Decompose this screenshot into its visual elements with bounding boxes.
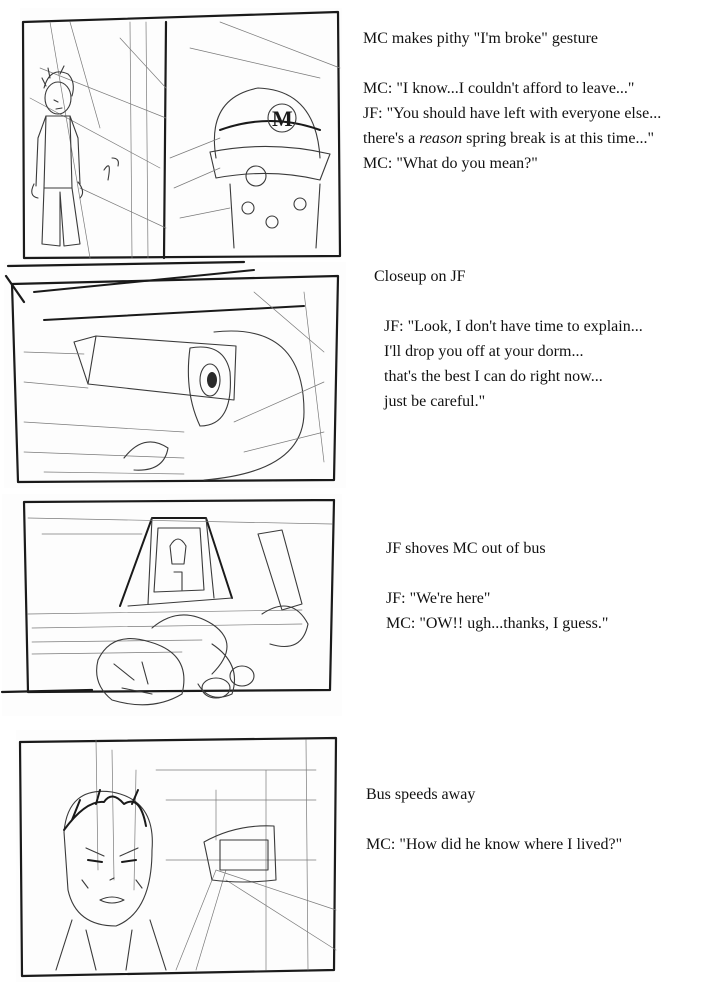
note-gap bbox=[386, 561, 608, 586]
panel-4-notes: Bus speeds away MC: "How did he know whe… bbox=[366, 782, 622, 857]
cap-logo-letter: M bbox=[272, 106, 293, 131]
panel-3-dialogue-jf: JF: "We're here" bbox=[386, 590, 491, 607]
panel-4-dialogue-mc: MC: "How did he know where I lived?" bbox=[366, 836, 623, 853]
panel-2-notes: Closeup on JF JF: "Look, I don't have ti… bbox=[374, 264, 643, 414]
panel-4-direction: Bus speeds away bbox=[366, 786, 476, 803]
panel-2-dialogue-4: just be careful." bbox=[384, 393, 486, 410]
panel-1-drawing: M bbox=[21, 10, 342, 260]
panel-2-direction: Closeup on JF bbox=[374, 268, 466, 285]
panel-1-direction: MC makes pithy "I'm broke" gesture bbox=[363, 30, 599, 47]
dialogue-emphasis: reason bbox=[419, 130, 463, 147]
panel-1-dialogue-jf-1: JF: "You should have left with everyone … bbox=[363, 105, 662, 122]
panel-2-dialogue-1: JF: "Look, I don't have time to explain.… bbox=[384, 318, 643, 335]
panel-2-drawing bbox=[4, 260, 340, 484]
panel-2-dialogue-2: I'll drop you off at your dorm... bbox=[384, 343, 584, 360]
storyboard-page: M MC makes pithy "I'm broke" gesture MC:… bbox=[0, 0, 714, 1000]
note-gap bbox=[363, 51, 661, 76]
note-gap bbox=[374, 289, 643, 314]
panel-3-direction: JF shoves MC out of bus bbox=[386, 540, 546, 557]
panel-3-notes: JF shoves MC out of bus JF: "We're here"… bbox=[386, 536, 608, 636]
panel-1-dialogue-jf-2: there's a reason spring break is at this… bbox=[363, 126, 661, 151]
panel-1-notes: MC makes pithy "I'm broke" gesture MC: "… bbox=[363, 26, 661, 176]
dialogue-text: there's a bbox=[363, 130, 420, 147]
panel-3-sketch bbox=[0, 494, 342, 716]
panel-3-dialogue-mc: MC: "OW!! ugh...thanks, I guess." bbox=[386, 615, 609, 632]
panel-2-dialogue-3: that's the best I can do right now... bbox=[384, 368, 603, 385]
panel-4-drawing bbox=[18, 736, 338, 978]
panel-2-sketch bbox=[4, 260, 346, 488]
dialogue-text: spring break is at this time..." bbox=[462, 130, 654, 147]
panel-1-dialogue-mc-2: MC: "What do you mean?" bbox=[363, 155, 538, 172]
note-gap bbox=[366, 807, 622, 832]
panel-3-drawing bbox=[0, 498, 336, 706]
panel-1-sketch: M bbox=[20, 8, 342, 260]
panel-4-sketch bbox=[16, 730, 340, 982]
panel-1-dialogue-mc-1: MC: "I know...I couldn't afford to leave… bbox=[363, 80, 635, 97]
